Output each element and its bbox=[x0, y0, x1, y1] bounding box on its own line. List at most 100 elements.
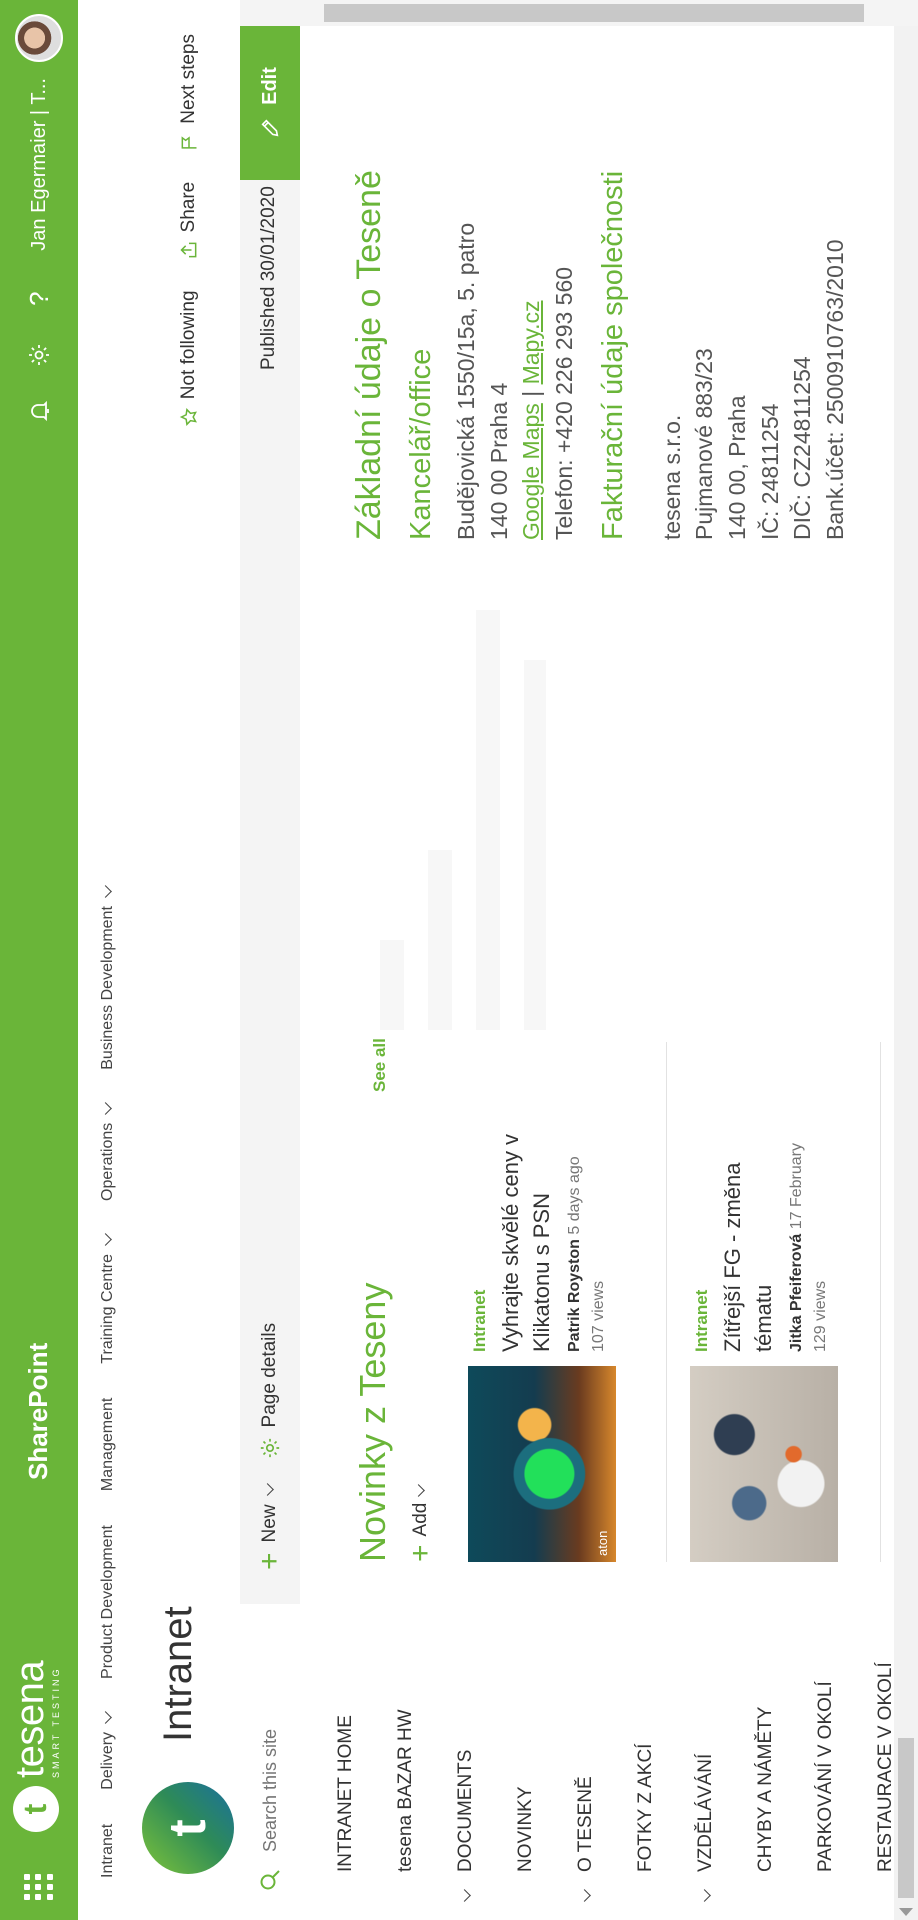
app-launcher-icon[interactable] bbox=[24, 1870, 54, 1900]
news-byline: Jitka Pfeiferová 17 February bbox=[788, 1122, 806, 1352]
gear-icon bbox=[260, 1439, 280, 1458]
chevron-down-icon bbox=[99, 1101, 112, 1115]
follow-button[interactable]: Not following bbox=[178, 290, 200, 427]
loading-placeholder bbox=[380, 610, 546, 1030]
company-name: tesena s.r.o. bbox=[658, 414, 685, 540]
divider bbox=[666, 1042, 667, 1562]
billing-street: Pujmanové 883/23 bbox=[691, 348, 718, 540]
news-byline: Patrik Royston 5 days ago bbox=[566, 1052, 584, 1352]
site-header: t Intranet Not following Share Next step… bbox=[138, 0, 240, 1920]
news-thumbnail[interactable]: aton bbox=[468, 1366, 616, 1562]
news-views: 129 views bbox=[811, 1280, 829, 1352]
mapy-cz-link[interactable]: Mapy.cz bbox=[518, 300, 544, 384]
leftnav-item-chyby[interactable]: CHYBY A NÁMĚTY bbox=[736, 1604, 796, 1920]
topnav-item-product-development[interactable]: Product Development bbox=[99, 1525, 117, 1679]
app-title[interactable]: SharePoint bbox=[23, 1343, 54, 1480]
leftnav-item-parkovani[interactable]: PARKOVÁNÍ V OKOLÍ bbox=[796, 1604, 856, 1920]
news-date: 5 days ago bbox=[565, 1156, 583, 1235]
published-date: Published 30/01/2020 bbox=[258, 186, 279, 370]
news-views: 107 views bbox=[589, 1280, 607, 1352]
chevron-down-icon[interactable] bbox=[458, 1889, 471, 1902]
leftnav-item-o-tesene[interactable]: O TESENĚ bbox=[556, 1604, 616, 1920]
news-category[interactable]: Intranet bbox=[470, 1052, 490, 1352]
topnav-item-intranet[interactable]: Intranet bbox=[99, 1824, 117, 1878]
office-address-line2: 140 00 Praha 4 bbox=[485, 382, 512, 540]
divider bbox=[880, 1042, 881, 1562]
search-icon[interactable] bbox=[258, 1868, 282, 1892]
add-news-button[interactable]: + Add bbox=[404, 1483, 437, 1562]
scroll-left-arrow[interactable] bbox=[899, 1908, 913, 1916]
leftnav-item-documents[interactable]: DOCUMENTS bbox=[436, 1604, 496, 1920]
chevron-down-icon bbox=[261, 1483, 274, 1497]
chevron-down-icon bbox=[99, 1233, 112, 1246]
news-headline[interactable]: Vyhrajte skvělé ceny v Klikatonu s PSN bbox=[496, 1052, 558, 1352]
site-logo[interactable]: t bbox=[142, 1782, 234, 1874]
thumbnail-caption: aton bbox=[595, 1530, 610, 1556]
company-ico: IČ: 24811254 bbox=[756, 403, 783, 540]
office-phone: Telefon: +420 226 293 560 bbox=[550, 266, 577, 540]
billing-heading: Fakturační údaje společnosti bbox=[596, 170, 629, 540]
leftnav-horizontal-scrollbar[interactable] bbox=[894, 1604, 918, 1920]
news-category[interactable]: Intranet bbox=[692, 1122, 712, 1352]
leftnav-item-intranet-home[interactable]: INTRANET HOME bbox=[316, 1604, 376, 1920]
chevron-down-icon bbox=[412, 1483, 425, 1497]
news-webpart: Novinky z Teseny See all + Add aton Intr… bbox=[340, 1022, 900, 1562]
office-heading: Kancelář/office bbox=[405, 348, 437, 540]
news-author[interactable]: Jitka Pfeiferová bbox=[788, 1234, 805, 1352]
avatar[interactable] bbox=[15, 14, 63, 62]
leftnav-item-vzdelavani[interactable]: VZDĚLÁVÁNÍ bbox=[676, 1604, 736, 1920]
bank-account: Bank.účet: 2500910763/2010 bbox=[821, 239, 848, 540]
company-info-webpart: Základní údaje o Teseně Kancelář/office … bbox=[350, 20, 910, 540]
search-box bbox=[240, 1604, 300, 1920]
news-author[interactable]: Patrik Royston bbox=[566, 1239, 583, 1352]
user-name[interactable]: Jan Egermaier | T... bbox=[28, 78, 51, 251]
leftnav-item-novinky[interactable]: NOVINKY bbox=[496, 1604, 556, 1920]
chevron-down-icon[interactable] bbox=[578, 1889, 591, 1902]
page-details-button[interactable]: Page details bbox=[259, 1323, 281, 1460]
help-question-icon[interactable]: ? bbox=[0, 271, 78, 327]
topnav-item-training-centre[interactable]: Training Centre bbox=[99, 1233, 117, 1364]
search-input[interactable] bbox=[259, 1632, 281, 1852]
share-button[interactable]: Share bbox=[178, 182, 200, 261]
brand-name: tesena bbox=[8, 1660, 52, 1778]
chevron-down-icon bbox=[99, 1711, 112, 1724]
leftnav-item-fotky[interactable]: FOTKY Z AKCÍ bbox=[616, 1604, 676, 1920]
next-steps-button[interactable]: Next steps bbox=[178, 34, 200, 152]
office-address-line1: Budějovická 1550/15a, 5. patro bbox=[453, 222, 479, 540]
site-title[interactable]: Intranet bbox=[156, 1606, 201, 1742]
news-title: Novinky z Teseny bbox=[352, 1282, 393, 1562]
chevron-down-icon bbox=[99, 885, 112, 898]
notifications-bell-icon[interactable] bbox=[0, 383, 78, 439]
news-item[interactable]: Intranet Zítřejší FG - změna tématu Jitk… bbox=[690, 1042, 878, 1562]
left-navigation: INTRANET HOME tesena BAZAR HW DOCUMENTS … bbox=[300, 1604, 918, 1920]
flag-icon bbox=[181, 136, 197, 149]
brand-logo[interactable]: t tesena SMART TESTING bbox=[8, 1660, 61, 1832]
billing-city: 140 00, Praha bbox=[723, 395, 750, 540]
news-thumbnail[interactable] bbox=[690, 1366, 838, 1562]
plus-icon: + bbox=[404, 1544, 437, 1562]
brand-tagline: SMART TESTING bbox=[51, 1666, 61, 1778]
news-item[interactable]: aton Intranet Vyhrajte skvělé ceny v Kli… bbox=[468, 1042, 656, 1562]
see-all-link[interactable]: See all bbox=[370, 1038, 390, 1092]
scrollbar-thumb[interactable] bbox=[898, 1738, 914, 1898]
topnav-item-business-development[interactable]: Business Development bbox=[99, 885, 117, 1070]
command-bar: + New Page details Published 30/01/2020 … bbox=[240, 0, 300, 1920]
settings-gear-icon[interactable] bbox=[0, 327, 78, 383]
news-date: 17 February bbox=[787, 1143, 805, 1230]
leftnav-item-bazar-hw[interactable]: tesena BAZAR HW bbox=[376, 1604, 436, 1920]
company-info-heading: Základní údaje o Teseně bbox=[350, 170, 388, 540]
company-dic: DIČ: CZ24811254 bbox=[789, 356, 816, 540]
suite-bar: t tesena SMART TESTING SharePoint ? Jan … bbox=[0, 0, 78, 1920]
map-link-separator: | bbox=[518, 390, 545, 397]
topnav-item-operations[interactable]: Operations bbox=[99, 1101, 117, 1201]
share-icon bbox=[180, 243, 197, 258]
google-maps-link[interactable]: Google Maps bbox=[518, 403, 544, 540]
news-headline[interactable]: Zítřejší FG - změna tématu bbox=[718, 1122, 780, 1352]
topnav-item-delivery[interactable]: Delivery bbox=[99, 1711, 117, 1790]
pencil-icon bbox=[261, 119, 279, 137]
edit-button[interactable]: Edit bbox=[240, 26, 300, 180]
chevron-down-icon[interactable] bbox=[698, 1889, 711, 1902]
plus-icon: + bbox=[253, 1552, 286, 1570]
new-button[interactable]: + New bbox=[253, 1483, 286, 1570]
topnav-item-management[interactable]: Management bbox=[99, 1398, 117, 1491]
